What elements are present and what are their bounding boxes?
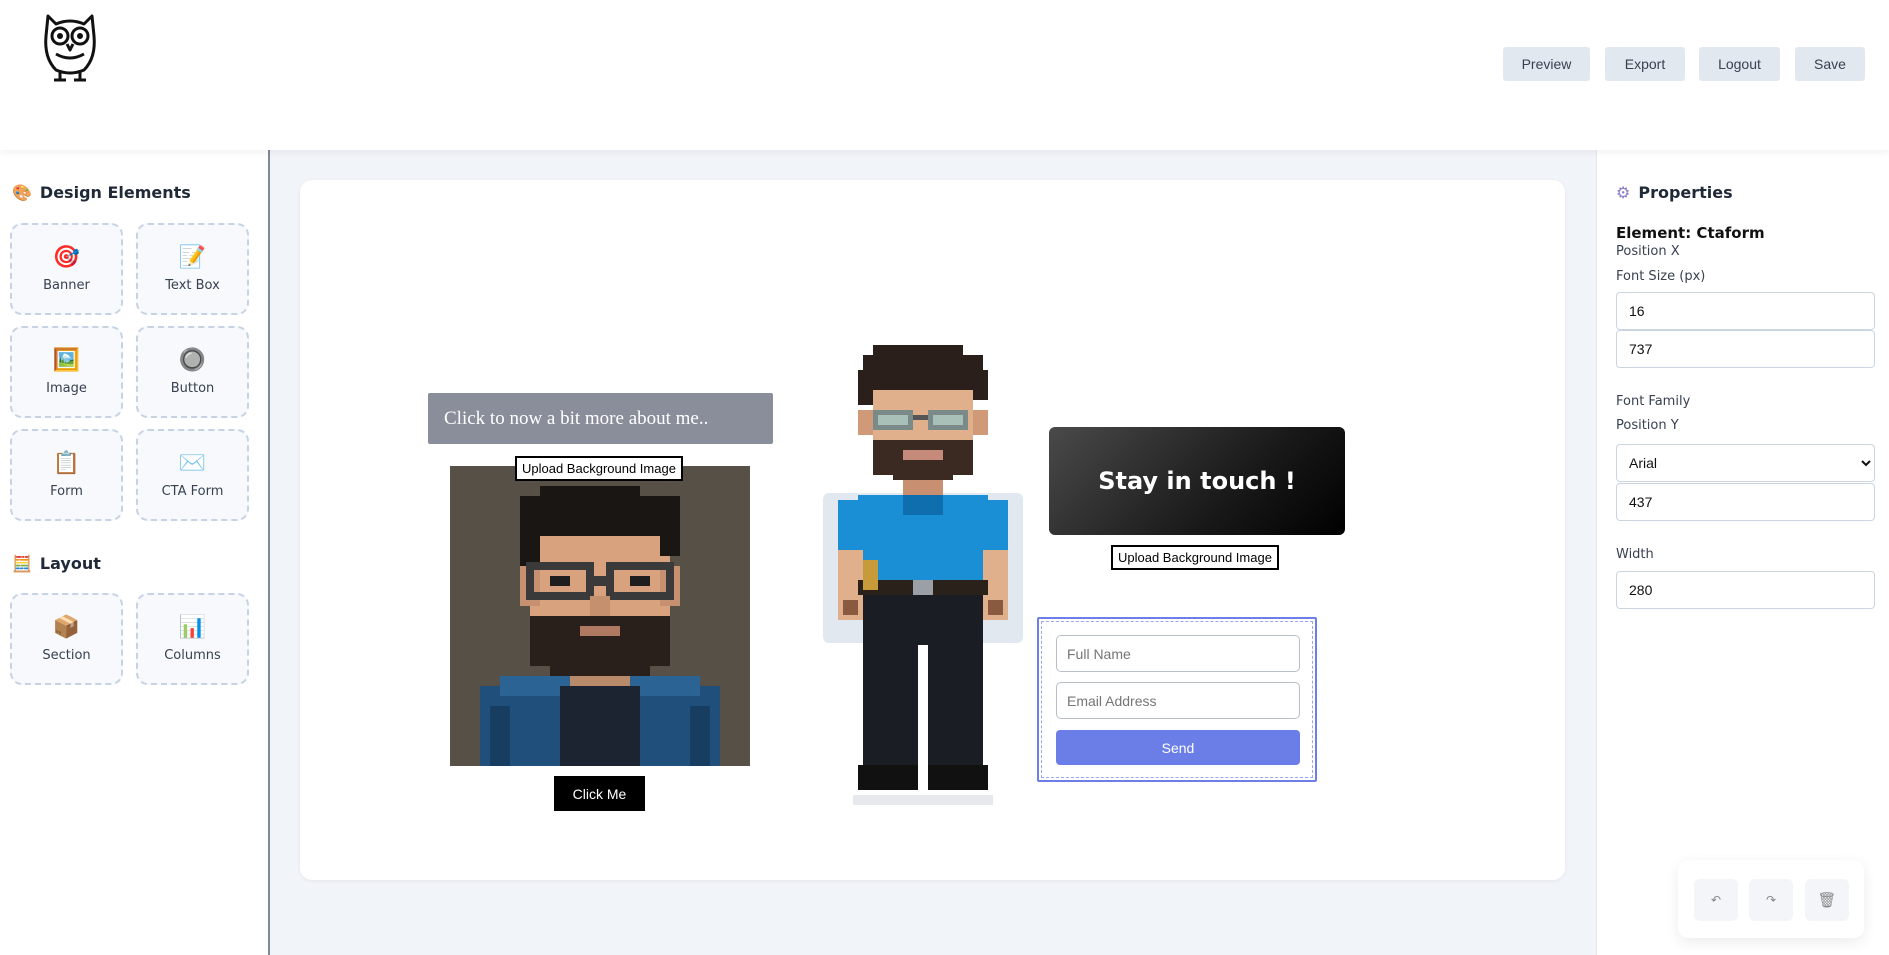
- banner-text: Stay in touch !: [1098, 467, 1296, 495]
- export-button[interactable]: Export: [1605, 47, 1685, 81]
- element-label: Button: [170, 380, 215, 396]
- top-header: Preview Export Logout Save: [0, 0, 1889, 150]
- design-elements-title: 🎨 Design Elements: [12, 183, 191, 202]
- font-size-input[interactable]: [1616, 292, 1875, 330]
- font-family-label: Font Family: [1616, 394, 1691, 409]
- target-icon: 🎯: [52, 243, 81, 269]
- undo-icon: ↶: [1710, 893, 1722, 907]
- trash-icon: 🗑: [1817, 892, 1837, 909]
- cta-form-icon: ✉️: [178, 449, 207, 475]
- pixel-portrait-graphic: [450, 466, 750, 766]
- position-x-input[interactable]: [1616, 330, 1875, 368]
- canvas-portrait-image[interactable]: [450, 466, 750, 766]
- element-cta-form[interactable]: ✉️ CTA Form: [136, 429, 249, 521]
- elements-sidebar: 🎨 Design Elements 🎯 Banner 📝 Text Box 🖼️…: [0, 150, 270, 955]
- save-button[interactable]: Save: [1795, 47, 1865, 81]
- element-banner[interactable]: 🎯 Banner: [10, 223, 123, 315]
- canvas-text-box[interactable]: Click to now a bit more about me..: [428, 393, 773, 444]
- properties-title: ⚙ Properties: [1616, 183, 1733, 202]
- element-button[interactable]: 🔘 Button: [136, 326, 249, 418]
- position-x-label: Position X: [1616, 244, 1680, 259]
- width-label: Width: [1616, 547, 1654, 562]
- element-text-box[interactable]: 📝 Text Box: [136, 223, 249, 315]
- layout-title: 🧮 Layout: [12, 554, 101, 573]
- abacus-icon: 🧮: [12, 554, 32, 573]
- bar-chart-icon: 📊: [178, 613, 207, 639]
- circle-button-icon: 🔘: [178, 346, 207, 372]
- position-y-label: Position Y: [1616, 418, 1679, 433]
- palette-icon: 🎨: [12, 183, 32, 202]
- floating-actions: ↶ ↷ 🗑: [1678, 860, 1864, 938]
- preview-button[interactable]: Preview: [1503, 47, 1590, 81]
- send-button[interactable]: Send: [1056, 730, 1300, 765]
- element-label: Image: [46, 380, 87, 396]
- redo-button[interactable]: ↷: [1749, 879, 1793, 921]
- upload-background-image-button-2[interactable]: Upload Background Image: [1111, 545, 1279, 570]
- layout-section[interactable]: 📦 Section: [10, 593, 123, 685]
- element-label: CTA Form: [161, 483, 224, 499]
- element-label: Columns: [164, 647, 221, 663]
- logout-button[interactable]: Logout: [1699, 47, 1780, 81]
- email-address-input[interactable]: [1056, 682, 1300, 719]
- properties-panel: ⚙ Properties Element: Ctaform Position X…: [1596, 150, 1889, 955]
- element-label: Banner: [43, 277, 90, 293]
- element-label: Section: [42, 647, 91, 663]
- pixel-character-graphic: [838, 345, 1008, 805]
- element-image[interactable]: 🖼️ Image: [10, 326, 123, 418]
- memo-icon: 📝: [178, 243, 207, 269]
- upload-background-image-button[interactable]: Upload Background Image: [515, 456, 683, 481]
- element-form[interactable]: 📋 Form: [10, 429, 123, 521]
- gear-icon: ⚙: [1616, 183, 1631, 202]
- position-y-input[interactable]: [1616, 483, 1875, 521]
- width-input[interactable]: [1616, 571, 1875, 609]
- undo-button[interactable]: ↶: [1694, 879, 1738, 921]
- font-size-label: Font Size (px): [1616, 269, 1706, 284]
- selected-element-label: Element: Ctaform: [1616, 224, 1765, 242]
- full-name-input[interactable]: [1056, 635, 1300, 672]
- picture-icon: 🖼️: [52, 346, 81, 372]
- clipboard-icon: 📋: [52, 449, 81, 475]
- layout-columns[interactable]: 📊 Columns: [136, 593, 249, 685]
- canvas-cta-form[interactable]: Send: [1037, 617, 1317, 782]
- element-label: Form: [50, 483, 83, 499]
- font-family-select[interactable]: Arial: [1616, 444, 1875, 482]
- canvas-character-image[interactable]: [823, 340, 1033, 820]
- redo-icon: ↷: [1765, 893, 1777, 907]
- owl-logo-icon: [44, 14, 96, 82]
- element-label: Text Box: [165, 277, 220, 293]
- design-canvas[interactable]: Click to now a bit more about me.. Uploa…: [300, 180, 1565, 880]
- canvas-banner[interactable]: Stay in touch !: [1049, 427, 1345, 535]
- package-icon: 📦: [52, 613, 81, 639]
- delete-button[interactable]: 🗑: [1805, 879, 1849, 921]
- canvas-click-me-button[interactable]: Click Me: [554, 776, 645, 811]
